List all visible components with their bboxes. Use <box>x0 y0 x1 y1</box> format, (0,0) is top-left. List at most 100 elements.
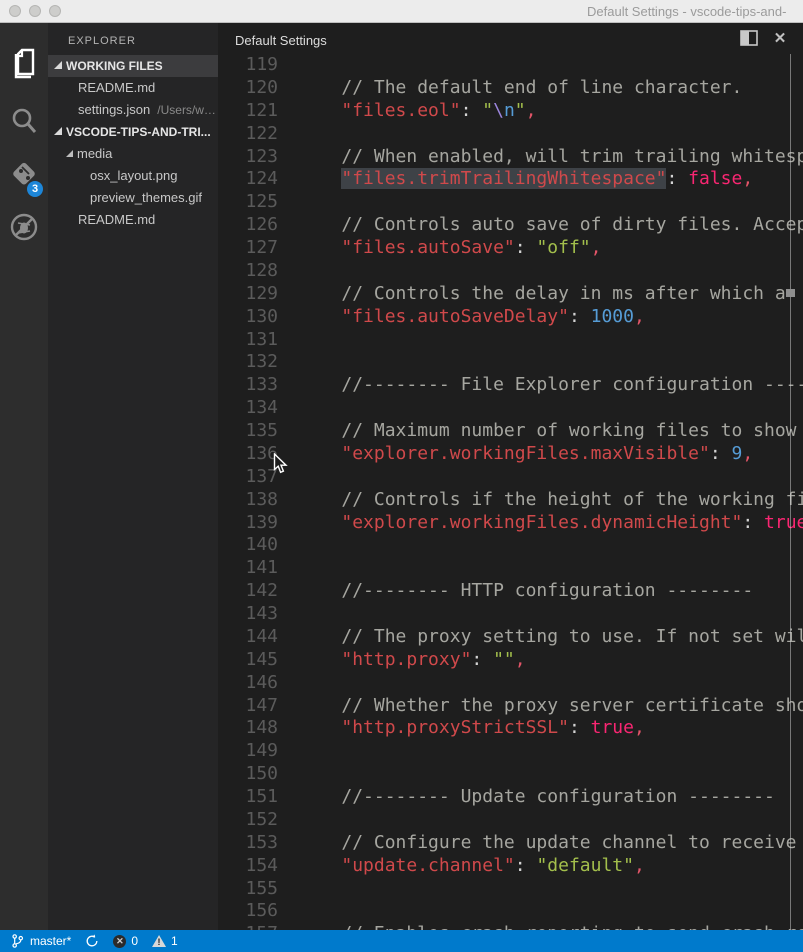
code-line-122[interactable]: 122 <box>218 123 803 146</box>
line-number: 143 <box>218 603 278 626</box>
line-content: // The default end of line character. <box>298 77 742 100</box>
line-content: // Configure the update channel to recei… <box>298 832 803 855</box>
line-number: 125 <box>218 191 278 214</box>
sidebar-item-debug[interactable] <box>0 201 48 253</box>
line-content: "update.channel": "default", <box>298 855 645 878</box>
line-content: "files.autoSaveDelay": 1000, <box>298 306 645 329</box>
code-line-120[interactable]: 120 // The default end of line character… <box>218 77 803 100</box>
line-number: 130 <box>218 306 278 329</box>
git-branch-status[interactable]: master* <box>10 930 71 952</box>
code-line-125[interactable]: 125 <box>218 191 803 214</box>
scrollbar-track-line[interactable] <box>790 54 791 930</box>
code-line-143[interactable]: 143 <box>218 603 803 626</box>
code-line-145[interactable]: 145 "http.proxy": "", <box>218 649 803 672</box>
line-content: //-------- File Explorer configuration -… <box>298 374 803 397</box>
section-header-vscode-tips-and-tri-[interactable]: VSCODE-TIPS-AND-TRI... <box>48 121 218 143</box>
code-line-121[interactable]: 121 "files.eol": "\n", <box>218 100 803 123</box>
line-number: 149 <box>218 740 278 763</box>
git-branch-icon <box>10 933 25 949</box>
item-label: settings.json <box>78 102 150 117</box>
code-line-129[interactable]: 129 // Controls the delay in ms after wh… <box>218 283 803 306</box>
line-content: //-------- Update configuration -------- <box>298 786 775 809</box>
code-line-154[interactable]: 154 "update.channel": "default", <box>218 855 803 878</box>
code-line-152[interactable]: 152 <box>218 809 803 832</box>
code-line-132[interactable]: 132 <box>218 351 803 374</box>
code-line-137[interactable]: 137 <box>218 466 803 489</box>
zoom-traffic-light[interactable] <box>49 5 61 17</box>
problems-status[interactable]: ✕ 0 ! 1 <box>113 930 177 952</box>
code-line-155[interactable]: 155 <box>218 878 803 901</box>
code-line-133[interactable]: 133 //-------- File Explorer configurati… <box>218 374 803 397</box>
tree-item-settings-json[interactable]: settings.json/Users/w… <box>48 99 218 121</box>
code-line-142[interactable]: 142 //-------- HTTP configuration ------… <box>218 580 803 603</box>
code-line-144[interactable]: 144 // The proxy setting to use. If not … <box>218 626 803 649</box>
line-content: "http.proxy": "", <box>298 649 526 672</box>
overview-ruler-marker <box>786 289 795 297</box>
sidebar-item-search[interactable] <box>0 95 48 147</box>
code-line-136[interactable]: 136 "explorer.workingFiles.maxVisible": … <box>218 443 803 466</box>
code-line-153[interactable]: 153 // Configure the update channel to r… <box>218 832 803 855</box>
line-number: 145 <box>218 649 278 672</box>
code-line-151[interactable]: 151 //-------- Update configuration ----… <box>218 786 803 809</box>
macos-titlebar[interactable]: Default Settings - vscode-tips-and- <box>0 0 803 23</box>
sync-icon <box>85 934 99 948</box>
tree-item-osx-layout-png[interactable]: osx_layout.png <box>48 165 218 187</box>
code-line-149[interactable]: 149 <box>218 740 803 763</box>
line-number: 150 <box>218 763 278 786</box>
code-line-128[interactable]: 128 <box>218 260 803 283</box>
item-label: osx_layout.png <box>90 168 177 183</box>
code-line-147[interactable]: 147 // Whether the proxy server certific… <box>218 695 803 718</box>
sync-button[interactable] <box>85 930 99 952</box>
code-line-119[interactable]: 119 <box>218 54 803 77</box>
code-line-148[interactable]: 148 "http.proxyStrictSSL": true, <box>218 717 803 740</box>
line-number: 122 <box>218 123 278 146</box>
chevron-expanded-icon <box>66 150 73 157</box>
code-line-141[interactable]: 141 <box>218 557 803 580</box>
tree-item-readme-md[interactable]: README.md <box>48 209 218 231</box>
code-line-130[interactable]: 130 "files.autoSaveDelay": 1000, <box>218 306 803 329</box>
minimize-traffic-light[interactable] <box>29 5 41 17</box>
sidebar-item-explorer[interactable] <box>0 39 48 91</box>
line-content: // Controls the delay in ms after which … <box>298 283 786 306</box>
editor-title-bar: Default Settings ✕ <box>218 23 803 54</box>
code-line-135[interactable]: 135 // Maximum number of working files t… <box>218 420 803 443</box>
close-traffic-light[interactable] <box>9 5 21 17</box>
scm-badge: 3 <box>27 181 43 197</box>
code-line-124[interactable]: 124 "files.trimTrailingWhitespace": fals… <box>218 168 803 191</box>
line-number: 152 <box>218 809 278 832</box>
explorer-sidebar: EXPLORER WORKING FILES README.md settings.… <box>48 23 218 930</box>
code-line-150[interactable]: 150 <box>218 763 803 786</box>
code-line-134[interactable]: 134 <box>218 397 803 420</box>
section-header-working-files[interactable]: WORKING FILES <box>48 55 218 77</box>
item-label: README.md <box>78 80 155 95</box>
code-line-156[interactable]: 156 <box>218 900 803 923</box>
tree-item-preview-themes-gif[interactable]: preview_themes.gif <box>48 187 218 209</box>
code-line-146[interactable]: 146 <box>218 672 803 695</box>
window-title: Default Settings - vscode-tips-and- <box>587 4 786 19</box>
code-line-131[interactable]: 131 <box>218 329 803 352</box>
status-bar: master* ✕ 0 ! 1 <box>0 930 803 952</box>
sidebar-title: EXPLORER <box>68 35 136 47</box>
code-line-127[interactable]: 127 "files.autoSave": "off", <box>218 237 803 260</box>
line-content: // The proxy setting to use. If not set … <box>298 626 803 649</box>
close-editor-button[interactable]: ✕ <box>771 30 789 47</box>
tree-item-readme-md[interactable]: README.md <box>48 77 218 99</box>
line-number: 154 <box>218 855 278 878</box>
file-path-hint: /Users/w… <box>157 103 216 117</box>
vscode-window: Default Settings - vscode-tips-and- <box>0 0 803 952</box>
split-editor-icon <box>740 30 758 46</box>
code-line-138[interactable]: 138 // Controls if the height of the wor… <box>218 489 803 512</box>
code-line-139[interactable]: 139 "explorer.workingFiles.dynamicHeight… <box>218 512 803 535</box>
tree-item-media[interactable]: media <box>48 143 218 165</box>
sidebar-item-source-control[interactable]: 3 <box>0 147 48 199</box>
code-line-123[interactable]: 123 // When enabled, will trim trailing … <box>218 146 803 169</box>
line-content: // When enabled, will trim trailing whit… <box>298 146 803 169</box>
split-editor-button[interactable] <box>740 30 758 47</box>
code-line-126[interactable]: 126 // Controls auto save of dirty files… <box>218 214 803 237</box>
code-line-140[interactable]: 140 <box>218 534 803 557</box>
editor-group: Default Settings ✕ 119120 // The default… <box>218 23 803 930</box>
line-content: // Controls auto save of dirty files. Ac… <box>298 214 803 237</box>
code-line-157[interactable]: 157 // Enables crash reporting to send c… <box>218 923 803 930</box>
line-number: 146 <box>218 672 278 695</box>
code-lines: 119120 // The default end of line charac… <box>218 54 803 930</box>
